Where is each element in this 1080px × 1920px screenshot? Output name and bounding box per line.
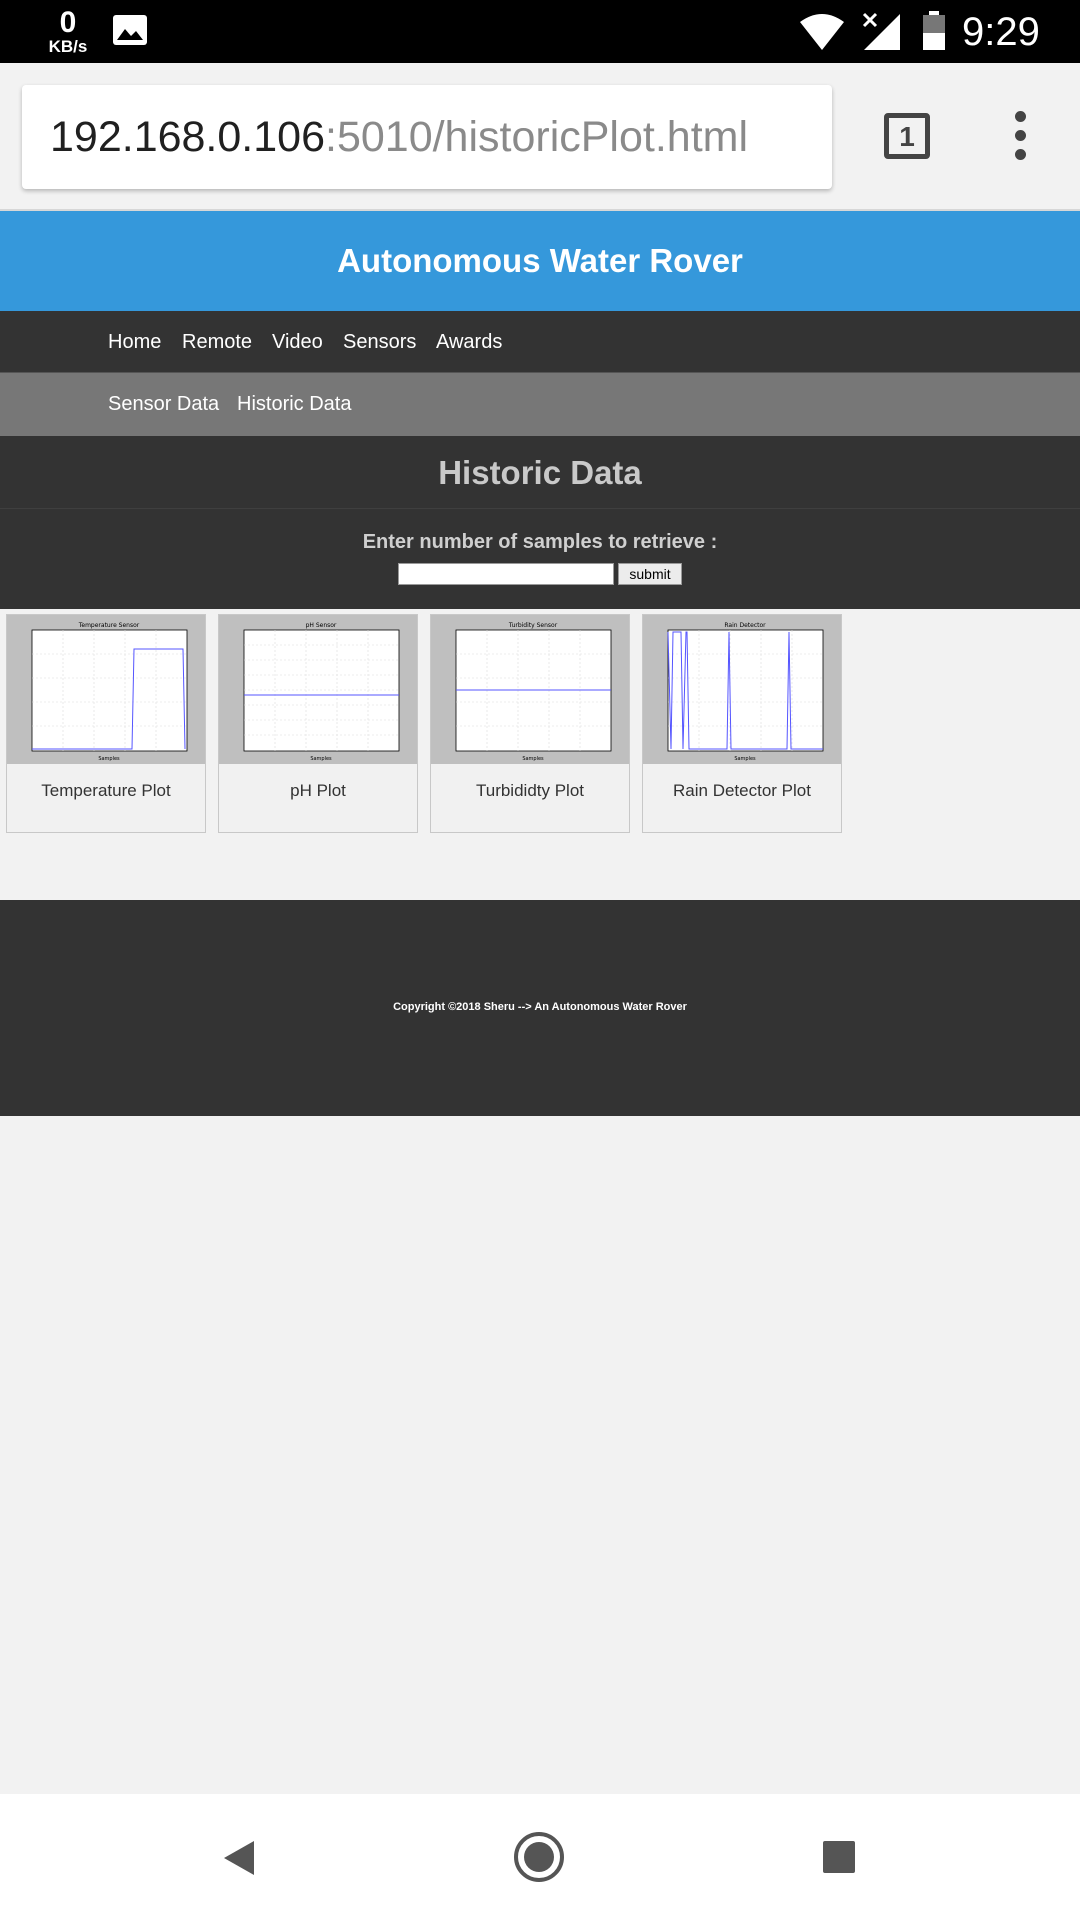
- net-speed-value: 0: [59, 6, 77, 39]
- rain-chart-title: Rain Detector: [724, 622, 766, 629]
- rain-detector-plot-card[interactable]: Rain Detector Samples Rain Detector Plot: [642, 614, 842, 833]
- ph-plot-image[interactable]: pH Sensor Samples: [219, 615, 417, 764]
- turbidity-plot-card[interactable]: Turbidity Sensor Samples Turbididty Plot: [430, 614, 630, 833]
- status-bar: 0 KB/s 9:29: [0, 0, 1080, 63]
- temperature-plot-caption: Temperature Plot: [41, 781, 171, 800]
- home-icon[interactable]: [513, 1831, 565, 1883]
- clock: 9:29: [962, 10, 1040, 54]
- temperature-plot-card[interactable]: Temperature Sensor Samples Temperature P…: [6, 614, 206, 833]
- battery-icon: [923, 11, 945, 50]
- url-bar[interactable]: 192.168.0.106:5010/historicPlot.html: [22, 85, 832, 189]
- samples-label: Enter number of samples to retrieve :: [362, 531, 718, 553]
- recents-icon[interactable]: [822, 1840, 856, 1874]
- ph-plot-caption: pH Plot: [290, 781, 346, 800]
- browser-toolbar: 192.168.0.106:5010/historicPlot.html 1: [0, 63, 1080, 211]
- submit-button[interactable]: submit: [618, 563, 682, 585]
- ph-plot-card[interactable]: pH Sensor Samples pH Plot: [218, 614, 418, 833]
- tab-switcher-button[interactable]: 1: [884, 113, 930, 159]
- main-nav: Home Remote Video Sensors Awards: [0, 311, 1080, 373]
- temperature-chart-title: Temperature Sensor: [78, 622, 140, 629]
- turbidity-plot-caption: Turbididty Plot: [475, 781, 585, 800]
- rain-detector-plot-caption: Rain Detector Plot: [673, 781, 811, 800]
- net-speed-unit: KB/s: [48, 37, 88, 56]
- subnav-historic-data[interactable]: Historic Data: [237, 373, 351, 436]
- copyright-text: Copyright ©2018 Sheru --> An Autonomous …: [393, 1001, 687, 1013]
- samples-form: Enter number of samples to retrieve : su…: [0, 509, 1080, 609]
- site-title: Autonomous Water Rover: [0, 211, 1080, 311]
- image-icon: [113, 15, 147, 45]
- temperature-plot-image[interactable]: Temperature Sensor Samples: [7, 615, 205, 764]
- signal-icon: [862, 12, 900, 50]
- sub-nav: Sensor Data Historic Data: [0, 373, 1080, 436]
- ph-chart-title: pH Sensor: [306, 622, 337, 629]
- nav-video[interactable]: Video: [272, 311, 323, 373]
- wifi-icon: [800, 14, 844, 50]
- url-text[interactable]: 192.168.0.106:5010/historicPlot.html: [50, 113, 748, 162]
- temperature-chart-xlabel: Samples: [98, 756, 120, 762]
- rain-chart-xlabel: Samples: [734, 756, 756, 762]
- site-footer: Copyright ©2018 Sheru --> An Autonomous …: [0, 900, 1080, 1116]
- rain-detector-plot-image[interactable]: Rain Detector Samples: [643, 615, 841, 764]
- back-icon[interactable]: [222, 1839, 256, 1877]
- samples-input[interactable]: [398, 563, 614, 585]
- url-host: 192.168.0.106: [50, 113, 325, 161]
- nav-awards[interactable]: Awards: [436, 311, 502, 373]
- nav-home[interactable]: Home: [108, 311, 161, 373]
- nav-remote[interactable]: Remote: [182, 311, 252, 373]
- ph-chart-xlabel: Samples: [310, 756, 332, 762]
- overflow-menu-icon[interactable]: [1008, 111, 1032, 161]
- subnav-sensor-data[interactable]: Sensor Data: [108, 373, 219, 436]
- url-path: :5010/historicPlot.html: [325, 113, 749, 161]
- nav-sensors[interactable]: Sensors: [343, 311, 416, 373]
- page-title: Historic Data: [0, 436, 1080, 509]
- turbidity-chart-xlabel: Samples: [522, 756, 544, 762]
- system-nav-bar: [0, 1794, 1080, 1920]
- turbidity-plot-image[interactable]: Turbidity Sensor Samples: [431, 615, 629, 764]
- turbidity-chart-title: Turbidity Sensor: [508, 622, 558, 629]
- network-speed: 0 KB/s: [42, 8, 94, 56]
